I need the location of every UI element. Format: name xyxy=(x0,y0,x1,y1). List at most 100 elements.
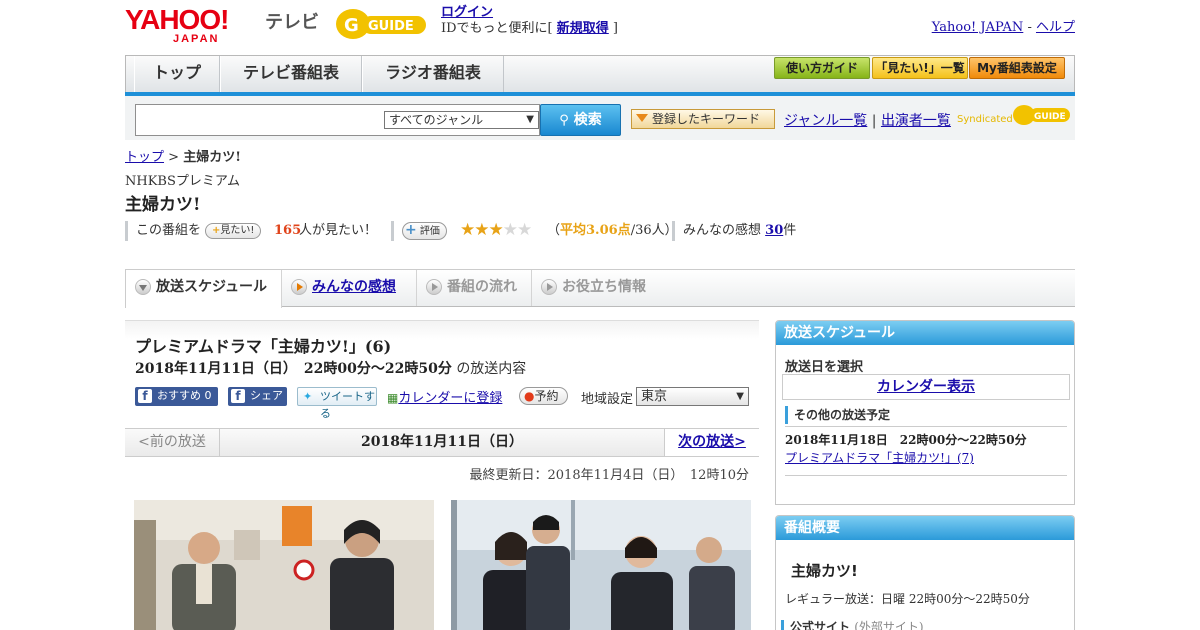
calendar-register[interactable]: ▦カレンダーに登録 xyxy=(387,387,502,406)
performer-list-link[interactable]: 出演者一覧 xyxy=(881,113,951,129)
syndicated-gguide: Syndicated GUIDE xyxy=(957,102,1072,128)
want-prefix: この番組を xyxy=(136,223,202,238)
genre-links: ジャンル一覧 | 出演者一覧 xyxy=(784,110,951,130)
login-block: ログイン IDでもっと便利に[ 新規取得 ] xyxy=(441,5,618,37)
tab-impressions[interactable]: みんなの感想 xyxy=(282,270,417,306)
region-label: 地域設定 xyxy=(581,392,634,407)
help-link[interactable]: ヘルプ xyxy=(1036,20,1075,35)
genre-select[interactable]: すべてのジャンル ▼ xyxy=(384,111,539,129)
tab-schedule-label: 放送スケジュール xyxy=(156,279,268,295)
search-button[interactable]: ⚲ 検索 xyxy=(540,104,621,136)
calendar-display-box: カレンダー表示 xyxy=(782,374,1070,400)
official-site-row: 公式サイト (外部サイト) xyxy=(781,620,924,630)
select-date-label: 放送日を選択 xyxy=(785,360,864,375)
social-buttons: f おすすめ 0 f シェア ✦ ツイートする ▦カレンダーに登録 ●予約 地域設定 … xyxy=(135,387,765,420)
nav-tab-tv[interactable]: テレビ番組表 xyxy=(220,56,362,92)
tab-flow[interactable]: 番組の流れ xyxy=(417,270,532,306)
twitter-bird-icon: ✦ xyxy=(303,390,313,403)
breadcrumb-sep: > xyxy=(164,150,184,165)
nav-tab-top[interactable]: トップ xyxy=(134,56,220,92)
signup-link[interactable]: 新規取得 xyxy=(557,21,609,36)
genre-list-link[interactable]: ジャンル一覧 xyxy=(784,113,867,129)
overview-panel: 番組概要 主婦カツ! レギュラー放送：日曜 22時00分～22時50分 公式サイ… xyxy=(775,515,1075,630)
circle-arrow-icon xyxy=(135,279,151,295)
share-button[interactable]: f シェア xyxy=(228,387,287,406)
current-broadcast-date: 2018年11月11日（日） xyxy=(361,434,523,450)
tab-flow-label: 番組の流れ xyxy=(447,279,517,295)
search-icon: ⚲ xyxy=(559,113,569,128)
top-right-links: Yahoo! JAPAN - ヘルプ xyxy=(932,16,1075,35)
episode-title: プレミアムドラマ「主婦カツ!」(6) xyxy=(135,337,392,356)
login-link[interactable]: ログイン xyxy=(441,5,493,20)
recommend-label: おすすめ xyxy=(157,389,201,402)
tab-info[interactable]: お役立ち情報 xyxy=(532,270,662,306)
keyword-button[interactable]: 登録したキーワード xyxy=(631,109,775,129)
tab-info-label: お役立ち情報 xyxy=(562,279,646,295)
divider xyxy=(785,475,1067,476)
calendar-icon: ▦ xyxy=(387,391,399,405)
yahoo-japan-logo[interactable]: YAHOO! JAPAN xyxy=(125,6,229,45)
top-right-dash: - xyxy=(1023,20,1036,35)
program-title: 主婦カツ! xyxy=(125,195,201,215)
region-value: 東京 xyxy=(641,389,668,404)
calendar-display-link[interactable]: カレンダー表示 xyxy=(877,379,975,395)
want-button[interactable]: +見たい! xyxy=(205,223,262,239)
nav-tab-radio[interactable]: ラジオ番組表 xyxy=(362,56,504,92)
genre-links-divider: | xyxy=(867,113,881,129)
recommend-count: 0 xyxy=(204,389,212,402)
rating-stars: ★★★★★ xyxy=(460,219,533,243)
reserve-button[interactable]: ●予約 xyxy=(519,387,568,405)
separator xyxy=(672,221,675,241)
guide-button[interactable]: 使い方ガイド xyxy=(774,57,870,79)
regular-broadcast: レギュラー放送：日曜 22時00分～22時50分 xyxy=(785,592,1030,606)
region-select[interactable]: 東京 ▼ xyxy=(636,387,749,406)
record-dot-icon: ● xyxy=(524,389,535,403)
star-filled-icon: ★★★ xyxy=(460,220,504,240)
circle-arrow-icon xyxy=(291,279,307,295)
breadcrumb-top[interactable]: トップ xyxy=(125,150,164,165)
logo-japan-text: JAPAN xyxy=(173,33,220,45)
star-empty-icon: ★★ xyxy=(502,220,533,240)
gguide-logo-icon: G GUIDE xyxy=(336,9,426,39)
tweet-label: ツイートする xyxy=(320,390,375,420)
breadcrumb-current: 主婦カツ! xyxy=(183,150,241,165)
prev-broadcast[interactable]: <前の放送 xyxy=(125,429,220,456)
impressions-unit: 件 xyxy=(783,223,797,238)
overview-program-title: 主婦カツ! xyxy=(791,562,858,580)
tab-schedule[interactable]: 放送スケジュール xyxy=(125,270,282,308)
next-broadcast-link[interactable]: 次の放送> xyxy=(664,429,759,456)
yahoo-japan-link[interactable]: Yahoo! JAPAN xyxy=(932,20,1024,35)
gguide-logo[interactable]: G GUIDE xyxy=(334,6,432,42)
search-button-label: 検索 xyxy=(573,112,602,128)
recommend-button[interactable]: f おすすめ 0 xyxy=(135,387,218,406)
my-schedule-button[interactable]: My番組表設定 xyxy=(969,57,1065,79)
episode-date-suffix: の放送内容 xyxy=(456,361,527,377)
calendar-link[interactable]: カレンダーに登録 xyxy=(398,391,502,406)
reserve-label: 予約 xyxy=(534,389,559,403)
program-tabs: 放送スケジュール みんなの感想 番組の流れ お役立ち情報 xyxy=(125,269,1075,308)
impressions-label: みんなの感想 xyxy=(683,223,762,238)
rating-people: /36人） xyxy=(630,223,678,238)
dropdown-arrow-icon: ▼ xyxy=(526,114,534,125)
genre-select-value: すべてのジャンル xyxy=(389,113,484,127)
rate-button[interactable]: + 評価 xyxy=(402,222,447,240)
schedule-panel-title: 放送スケジュール xyxy=(776,321,1074,345)
want-count: 165 xyxy=(274,223,302,238)
plus-icon: + xyxy=(405,222,417,238)
other-schedule-link[interactable]: プレミアムドラマ「主婦カツ!」(7) xyxy=(785,449,974,466)
rating-summary: （平均3.06点/36人） xyxy=(547,220,678,242)
want-suffix: 人が見たい！ xyxy=(299,223,378,238)
episode-photo-2[interactable] xyxy=(451,500,751,630)
episode-date-line: 2018年11月11日（日） 22時00分～22時50分 の放送内容 xyxy=(135,358,526,378)
impressions-count-link[interactable]: 30 xyxy=(765,223,783,238)
divider xyxy=(785,426,1067,427)
want-list-button[interactable]: 「見たい!」一覧 xyxy=(872,57,968,79)
login-note-post: ] xyxy=(608,21,618,36)
other-schedule-date: 2018年11月18日 22時00分～22時50分 xyxy=(785,433,1027,447)
separator xyxy=(391,221,394,241)
rating-row: この番組を +見たい! 165 人が見たい！ + 評価 ★★★★★ （平均3.0… xyxy=(125,220,1075,242)
tweet-button[interactable]: ✦ ツイートする xyxy=(297,387,377,420)
episode-photo-1[interactable] xyxy=(134,500,434,630)
external-site-note: (外部サイト) xyxy=(854,620,924,630)
gguide-small-logo-icon: GUIDE xyxy=(1013,105,1070,125)
